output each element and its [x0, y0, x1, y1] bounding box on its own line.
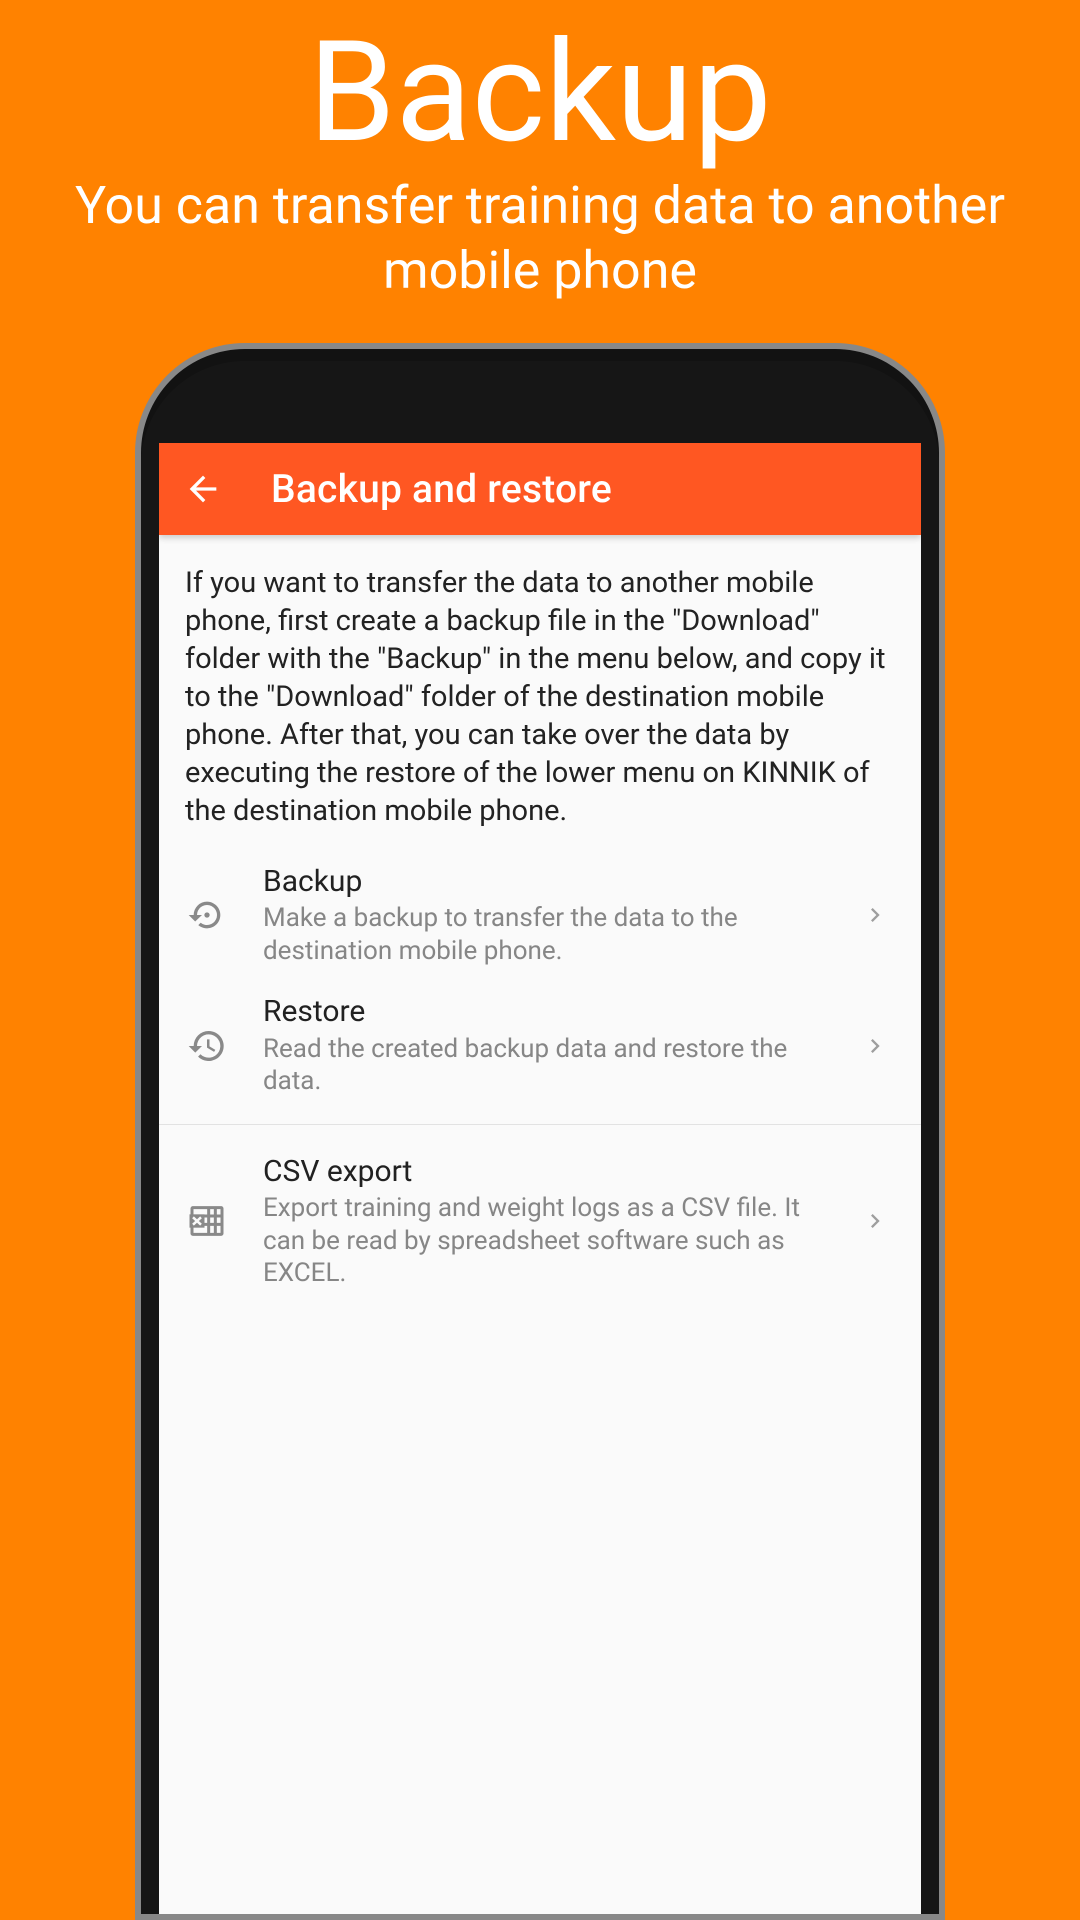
restore-row[interactable]: Restore Read the created backup data and…	[185, 983, 895, 1114]
chevron-right-icon	[861, 1206, 889, 1236]
csv-subtitle: Export training and weight logs as a CSV…	[263, 1192, 847, 1290]
backup-subtitle: Make a backup to transfer the data to th…	[263, 902, 847, 967]
settings-backup-restore-icon	[187, 895, 227, 935]
hero-title: Backup	[0, 20, 1080, 167]
menu-list: Backup Make a backup to transfer the dat…	[185, 853, 895, 1306]
backup-row[interactable]: Backup Make a backup to transfer the dat…	[185, 853, 895, 984]
phone-frame: Backup and restore If you want to transf…	[135, 343, 945, 1920]
csv-icon	[185, 1201, 229, 1241]
restore-title: Restore	[263, 993, 847, 1031]
restore-subtitle: Read the created backup data and restore…	[263, 1033, 847, 1098]
restore-icon	[185, 1026, 229, 1066]
back-button[interactable]	[177, 463, 229, 515]
csv-title: CSV export	[263, 1153, 847, 1191]
appbar: Backup and restore	[159, 443, 921, 535]
appbar-title: Backup and restore	[271, 466, 612, 512]
arrow-back-icon	[183, 469, 223, 509]
hero-subtitle: You can transfer training data to anothe…	[0, 173, 1080, 303]
divider	[159, 1124, 921, 1125]
description-text: If you want to transfer the data to anot…	[185, 565, 895, 831]
chevron-right-icon	[861, 900, 889, 930]
backup-icon	[185, 895, 229, 935]
chevron-right-icon	[861, 1031, 889, 1061]
csv-export-row[interactable]: CSV export Export training and weight lo…	[185, 1143, 895, 1306]
history-icon	[187, 1026, 227, 1066]
phone-screen: Backup and restore If you want to transf…	[159, 443, 921, 1914]
screen-content: If you want to transfer the data to anot…	[159, 535, 921, 1306]
spreadsheet-icon	[187, 1201, 227, 1241]
hero: Backup You can transfer training data to…	[0, 0, 1080, 303]
backup-title: Backup	[263, 863, 847, 901]
